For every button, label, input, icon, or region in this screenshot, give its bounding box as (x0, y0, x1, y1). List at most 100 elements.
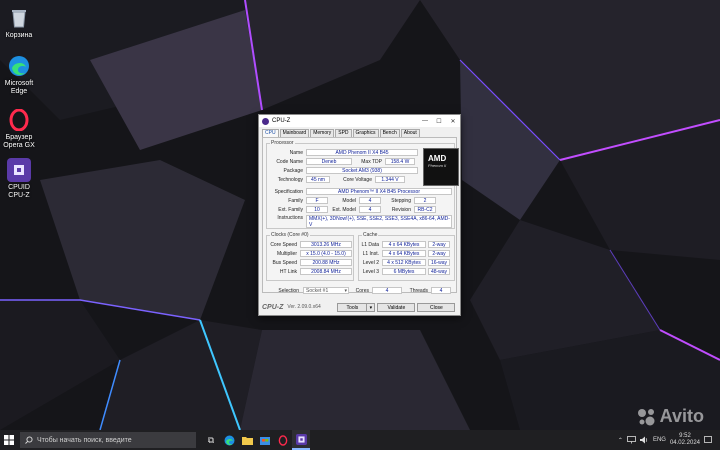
cpu-z-logo: CPU-Z (262, 303, 284, 311)
version-label: Ver. 2.09.0.x64 (287, 304, 321, 310)
network-icon[interactable] (627, 436, 636, 444)
tab-memory[interactable]: Memory (310, 129, 335, 137)
desktop-icon-edge[interactable]: Microsoft Edge (0, 54, 38, 96)
desktop-icon-label: Корзина (5, 32, 33, 39)
clock-time: 9:52 (679, 433, 691, 439)
maximize-button[interactable]: ☐ (432, 118, 446, 125)
window-titlebar[interactable]: CPU-Z — ☐ ✕ (259, 115, 460, 127)
corevoltage-label: Core Voltage (343, 176, 372, 183)
codename-value: Deneb (306, 158, 352, 165)
l1data-assoc: 2-way (428, 241, 450, 248)
notifications-icon[interactable] (704, 436, 712, 444)
opera-gx-icon (278, 434, 288, 446)
name-value: AMD Phenom II X4 B45 (306, 149, 418, 156)
cpu-z-icon (295, 433, 307, 445)
clock-date: 04.02.2024 (669, 440, 700, 446)
stepping-label: Stepping (391, 197, 411, 204)
threads-value: 4 (431, 287, 451, 294)
extmodel-label: Ext. Model (332, 206, 356, 213)
tab-about[interactable]: About (400, 129, 420, 137)
stepping-value: 2 (414, 197, 436, 204)
maxtdp-label: Max TDP (361, 158, 382, 165)
model-value: 4 (359, 197, 381, 204)
chevron-down-icon: ▾ (366, 303, 374, 311)
windows-logo-icon (4, 435, 14, 445)
opera-gx-icon (7, 108, 31, 132)
cpu-z-icon (7, 158, 31, 182)
task-view-button[interactable]: ⧉ (202, 430, 220, 450)
family-value: F (306, 197, 328, 204)
group-title: Clocks (Core #0) (270, 232, 310, 238)
cache-group: Cache L1 Data 4 x 64 KBytes 2-way L1 Ins… (358, 232, 455, 281)
l1inst-value: 4 x 64 KBytes (382, 250, 426, 257)
socket-select[interactable]: Socket #1 ▾ (303, 287, 349, 294)
htlink-label: HT Link (279, 268, 297, 275)
taskbar-cpu-z-button[interactable] (292, 430, 310, 450)
busspeed-label: Bus Speed (272, 259, 297, 266)
search-placeholder: Чтобы начать поиск, введите (37, 436, 132, 444)
family-label: Family (288, 197, 303, 204)
taskbar-store-button[interactable] (256, 430, 274, 450)
avito-logo-icon (637, 408, 655, 425)
desktop-icon-cpu-z[interactable]: CPUID CPU-Z (0, 158, 38, 200)
level2-value: 4 x 512 KBytes (382, 259, 426, 266)
cores-value: 4 (372, 287, 402, 294)
tools-button[interactable]: Tools ▾ (337, 302, 376, 312)
minimize-button[interactable]: — (418, 118, 432, 124)
desktop-icon-opera-gx[interactable]: Браузер Opera GX (0, 108, 38, 150)
close-window-button[interactable]: ✕ (446, 118, 460, 125)
extfamily-value: 10 (306, 206, 328, 213)
taskbar-explorer-button[interactable] (238, 430, 256, 450)
revision-label: Revision (391, 206, 411, 213)
cpu-z-app-icon (262, 117, 269, 125)
processor-group: Processor Name AMD Phenom II X4 B45 Code… (266, 140, 459, 229)
revision-value: RB-C2 (414, 206, 436, 213)
window-title: CPU-Z (272, 118, 291, 124)
corespeed-value: 3013.26 MHz (300, 241, 352, 248)
level2-label: Level 2 (362, 259, 379, 266)
l1inst-assoc: 2-way (428, 250, 450, 257)
desktop-icon-label: Браузер Opera GX (3, 134, 35, 149)
tab-spd[interactable]: SPD (335, 129, 352, 137)
level3-label: Level 3 (362, 268, 379, 275)
search-icon (25, 436, 33, 444)
close-button[interactable]: Close (417, 302, 456, 312)
language-indicator[interactable]: ENG (653, 437, 666, 443)
l1data-label: L1 Data (361, 241, 379, 248)
chevron-up-icon[interactable]: ⌃ (618, 437, 623, 444)
tab-cpu[interactable]: CPU (262, 129, 279, 137)
desktop-icon-recycle-bin[interactable]: Корзина (0, 6, 38, 40)
l1inst-label: L1 Inst. (362, 250, 379, 257)
cpu-panel: Processor Name AMD Phenom II X4 B45 Code… (262, 137, 459, 294)
corevoltage-value: 1.344 V (375, 176, 405, 183)
taskbar-opera-gx-button[interactable] (274, 430, 292, 450)
store-icon (260, 437, 270, 445)
extmodel-value: 4 (359, 206, 381, 213)
level3-value: 6 MBytes (382, 268, 426, 275)
codename-label: Code Name (276, 158, 303, 165)
package-value: Socket AM3 (938) (306, 167, 418, 174)
tab-mainboard[interactable]: Mainboard (279, 129, 310, 137)
tab-graphics[interactable]: Graphics (352, 129, 379, 137)
validate-button[interactable]: Validate (377, 302, 416, 312)
group-title: Processor (270, 140, 295, 146)
system-tray: ⌃ ENG 9:52 04.02.2024 (618, 430, 712, 450)
clock[interactable]: 9:52 04.02.2024 (670, 433, 700, 447)
selection-label: Selection (278, 287, 299, 294)
volume-icon[interactable] (639, 436, 649, 444)
start-button[interactable] (0, 430, 18, 450)
specification-value: AMD Phenom™ II X4 B45 Processor (306, 188, 452, 195)
taskbar-search-box[interactable]: Чтобы начать поиск, введите (20, 432, 196, 448)
chevron-down-icon: ▾ (344, 288, 347, 294)
l1data-value: 4 x 64 KBytes (382, 241, 426, 248)
taskbar-edge-button[interactable] (220, 430, 238, 450)
instructions-label: Instructions (277, 215, 303, 221)
tab-bench[interactable]: Bench (379, 129, 400, 137)
multiplier-label: Multiplier (276, 250, 297, 257)
technology-value: 45 nm (306, 176, 330, 183)
folder-icon (241, 436, 253, 445)
desktop-icon-label: Microsoft Edge (4, 80, 34, 95)
group-title: Cache (362, 232, 379, 238)
multiplier-value: x 15.0 (4.0 - 15.0) (300, 250, 352, 257)
avito-watermark: Avito (637, 406, 704, 427)
